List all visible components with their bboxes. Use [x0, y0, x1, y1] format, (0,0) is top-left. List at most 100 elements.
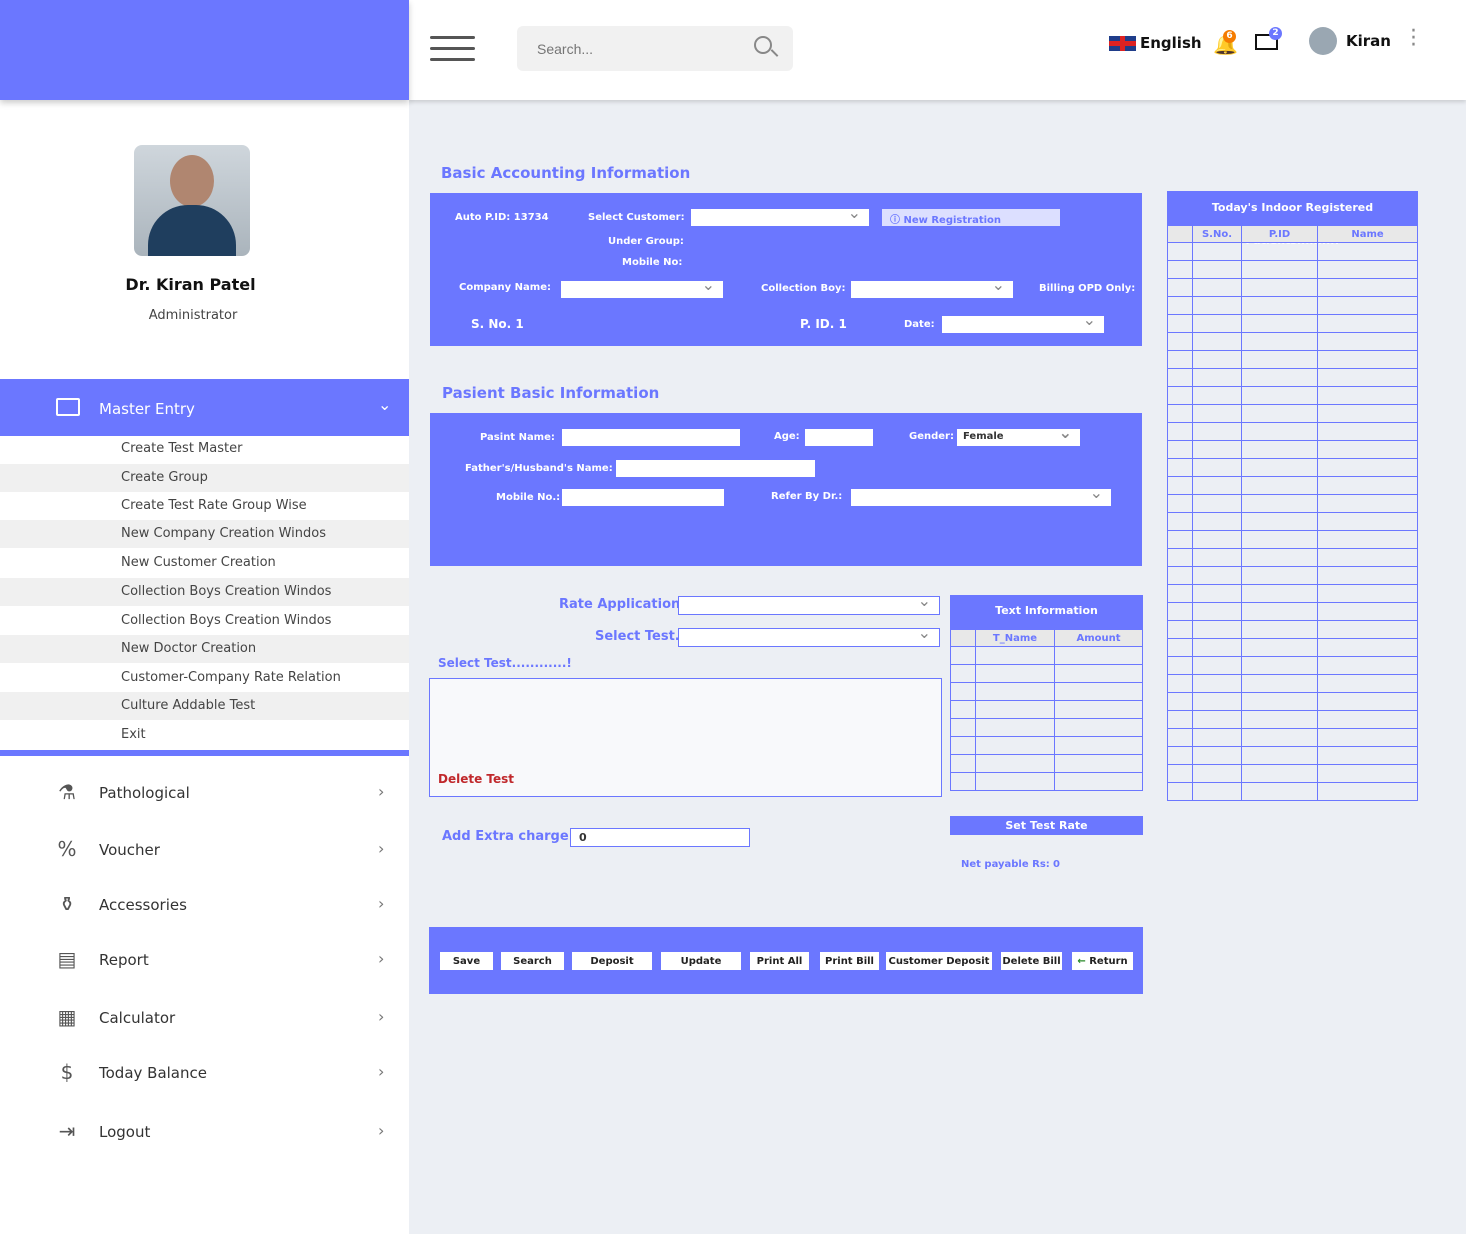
sidebar-item[interactable]: ⚱ Accessories ›: [0, 886, 409, 926]
extra-charge-input[interactable]: 0: [570, 828, 750, 847]
balance-icon: $: [60, 1060, 74, 1084]
search-button[interactable]: Search: [501, 952, 564, 970]
customer-select[interactable]: [691, 203, 869, 226]
profile-photo: [134, 145, 250, 256]
submenu-item[interactable]: Customer-Company Rate Relation: [0, 664, 409, 692]
table-cell: [1167, 494, 1193, 513]
sidebar-item[interactable]: ⇥ Logout ›: [0, 1113, 409, 1153]
save-button[interactable]: Save: [440, 952, 493, 970]
company-select[interactable]: [561, 275, 723, 298]
column-header: P.ID: [1241, 225, 1318, 243]
table-cell: [1317, 584, 1418, 603]
button-label: Deposit: [590, 955, 634, 967]
label: Billing OPD Only:: [1039, 283, 1136, 294]
table-cell: [1317, 512, 1418, 531]
table-cell: [975, 772, 1055, 791]
update-button[interactable]: Update: [661, 952, 741, 970]
submenu-item[interactable]: Create Test Master: [0, 435, 409, 463]
menu-toggle-icon[interactable]: [430, 36, 475, 62]
submenu-item[interactable]: Exit: [0, 721, 409, 749]
label: Collection Boy:: [761, 283, 846, 294]
print-all-button[interactable]: Print All: [750, 952, 809, 970]
sidebar-item[interactable]: % Voucher ›: [0, 831, 409, 871]
submenu-item[interactable]: New Company Creation Windos: [0, 520, 409, 548]
table-cell: [1241, 494, 1318, 513]
delete-test-button[interactable]: Delete Test: [438, 772, 514, 786]
sidebar-item[interactable]: $ Today Balance ›: [0, 1054, 409, 1094]
table-cell: [1317, 386, 1418, 405]
table-cell: [1167, 620, 1193, 639]
table-cell: [1167, 602, 1193, 621]
button-label: Save: [452, 955, 481, 967]
microscope-icon: ⚗: [58, 780, 76, 804]
column-header: S.No.: [1192, 225, 1242, 243]
submenu-item[interactable]: Collection Boys Creation Windos: [0, 607, 409, 635]
submenu-item[interactable]: New Doctor Creation: [0, 635, 409, 663]
sidebar-item-master-entry[interactable]: Master Entry ⌄: [0, 379, 409, 436]
submenu-item[interactable]: Create Test Rate Group Wise: [0, 492, 409, 520]
set-test-rate-button[interactable]: Set Test Rate: [950, 816, 1143, 835]
age-input[interactable]: [805, 429, 873, 446]
sidebar-item[interactable]: ▤ Report ›: [0, 941, 409, 981]
table-cell: [950, 718, 976, 737]
submenu-item[interactable]: Collection Boys Creation Windos: [0, 578, 409, 606]
table-row: [1167, 278, 1418, 297]
father-name-input[interactable]: [616, 460, 815, 477]
calculator-icon: ▦: [57, 1005, 77, 1029]
user-name[interactable]: Kiran: [1346, 32, 1391, 50]
table-cell: [1241, 548, 1318, 567]
table-cell: [1054, 664, 1143, 683]
search-icon[interactable]: [754, 36, 772, 54]
selected-tests-box[interactable]: Delete Test: [429, 678, 942, 797]
new-registration-button[interactable]: ⓘ New Registration: [882, 209, 1060, 226]
table-cell: [975, 646, 1055, 665]
patient-name-input[interactable]: [562, 429, 740, 446]
date-select[interactable]: [942, 310, 1104, 333]
chevron-right-icon: ›: [378, 1121, 385, 1140]
table-row: [1167, 404, 1418, 423]
rate-application-select[interactable]: [678, 591, 940, 615]
table-cell: [975, 700, 1055, 719]
table-cell: [1192, 242, 1242, 261]
customer-deposit-button[interactable]: Customer Deposit: [886, 952, 992, 970]
return-button[interactable]: ← Return: [1072, 952, 1133, 970]
collection-boy-select[interactable]: [851, 275, 1013, 298]
table-cell: [1167, 350, 1193, 369]
table-cell: [1241, 566, 1318, 585]
more-options-icon[interactable]: · · ·: [1410, 21, 1417, 57]
refer-doctor-select[interactable]: [851, 483, 1111, 506]
print-bill-button[interactable]: Print Bill: [820, 952, 879, 970]
mail-icon[interactable]: 2: [1255, 27, 1282, 50]
user-avatar[interactable]: [1309, 27, 1337, 55]
language-selector[interactable]: English: [1140, 34, 1202, 52]
submenu-item[interactable]: Culture Addable Test: [0, 692, 409, 720]
column-header: Name: [1317, 225, 1418, 243]
indoor-patients-title: Today's Indoor Registered Patients......…: [1167, 191, 1418, 247]
mobile-input[interactable]: [562, 489, 724, 506]
bell-icon[interactable]: 🔔 6: [1213, 30, 1238, 56]
table-cell: [1192, 422, 1242, 441]
table-cell: [1167, 368, 1193, 387]
chevron-right-icon: ›: [378, 782, 385, 801]
select-test-select[interactable]: [678, 623, 940, 647]
label: Date:: [904, 319, 935, 330]
table-cell: [1192, 476, 1242, 495]
deposit-button[interactable]: Deposit: [572, 952, 652, 970]
submenu-item[interactable]: New Customer Creation: [0, 549, 409, 577]
table-cell: [1192, 620, 1242, 639]
gender-select[interactable]: Female: [957, 423, 1080, 446]
sidebar-item[interactable]: ⚗ Pathological ›: [0, 774, 409, 814]
table-cell: [950, 700, 976, 719]
table-cell: [975, 718, 1055, 737]
table-cell: [1054, 754, 1143, 773]
table-cell: [1317, 764, 1418, 783]
delete-bill-button[interactable]: Delete Bill: [1001, 952, 1062, 970]
table-cell: [1192, 350, 1242, 369]
search-input[interactable]: [517, 26, 793, 71]
table-row: [1167, 602, 1418, 621]
uk-flag-icon[interactable]: [1109, 36, 1136, 51]
laptop-icon: [56, 398, 80, 416]
submenu-item[interactable]: Create Group: [0, 464, 409, 492]
sidebar-item[interactable]: ▦ Calculator ›: [0, 999, 409, 1039]
sidebar-item-label: Report: [99, 951, 149, 969]
